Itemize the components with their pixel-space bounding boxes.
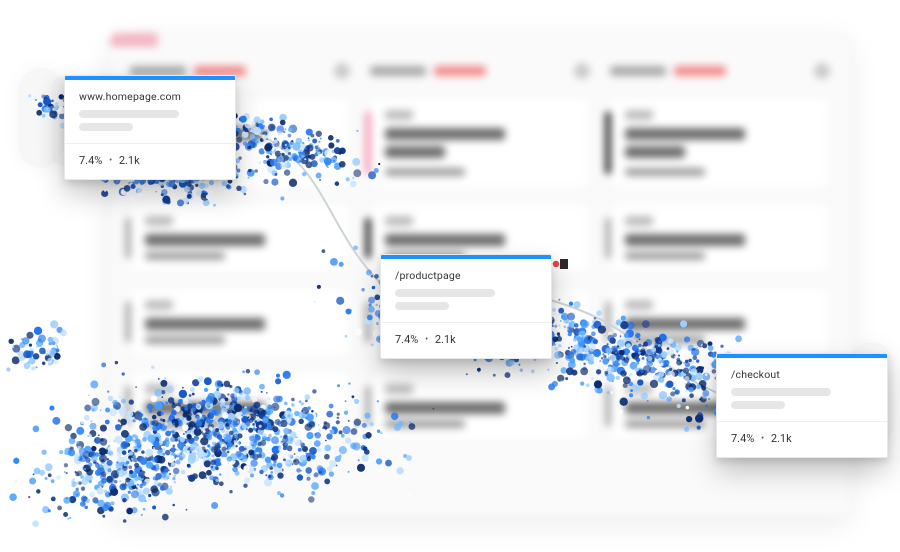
step-metrics: 7.4% • 2.1k [65,144,235,179]
funnel-step-checkout[interactable]: /checkout 7.4% • 2.1k [716,353,888,458]
step-metrics: 7.4% • 2.1k [381,323,551,358]
step-title: /productpage [395,269,537,282]
placeholder-line [395,289,495,297]
separator-dot-icon: • [425,335,428,345]
placeholder-line [395,302,449,310]
separator-dot-icon: • [761,434,764,444]
step-title: /checkout [731,368,873,381]
funnel-step-homepage[interactable]: www.homepage.com 7.4% • 2.1k [64,75,236,180]
step-count: 2.1k [435,333,456,346]
step-percent: 7.4% [731,432,754,445]
step-metrics: 7.4% • 2.1k [717,422,887,457]
step-percent: 7.4% [79,154,102,167]
funnel-step-productpage[interactable]: /productpage 7.4% • 2.1k [380,254,552,359]
placeholder-line [731,388,831,396]
step-count: 2.1k [119,154,140,167]
placeholder-line [79,123,133,131]
step-count: 2.1k [771,432,792,445]
placeholder-line [731,401,785,409]
placeholder-line [79,110,179,118]
separator-dot-icon: • [109,156,112,166]
step-percent: 7.4% [395,333,418,346]
step-title: www.homepage.com [79,90,221,103]
